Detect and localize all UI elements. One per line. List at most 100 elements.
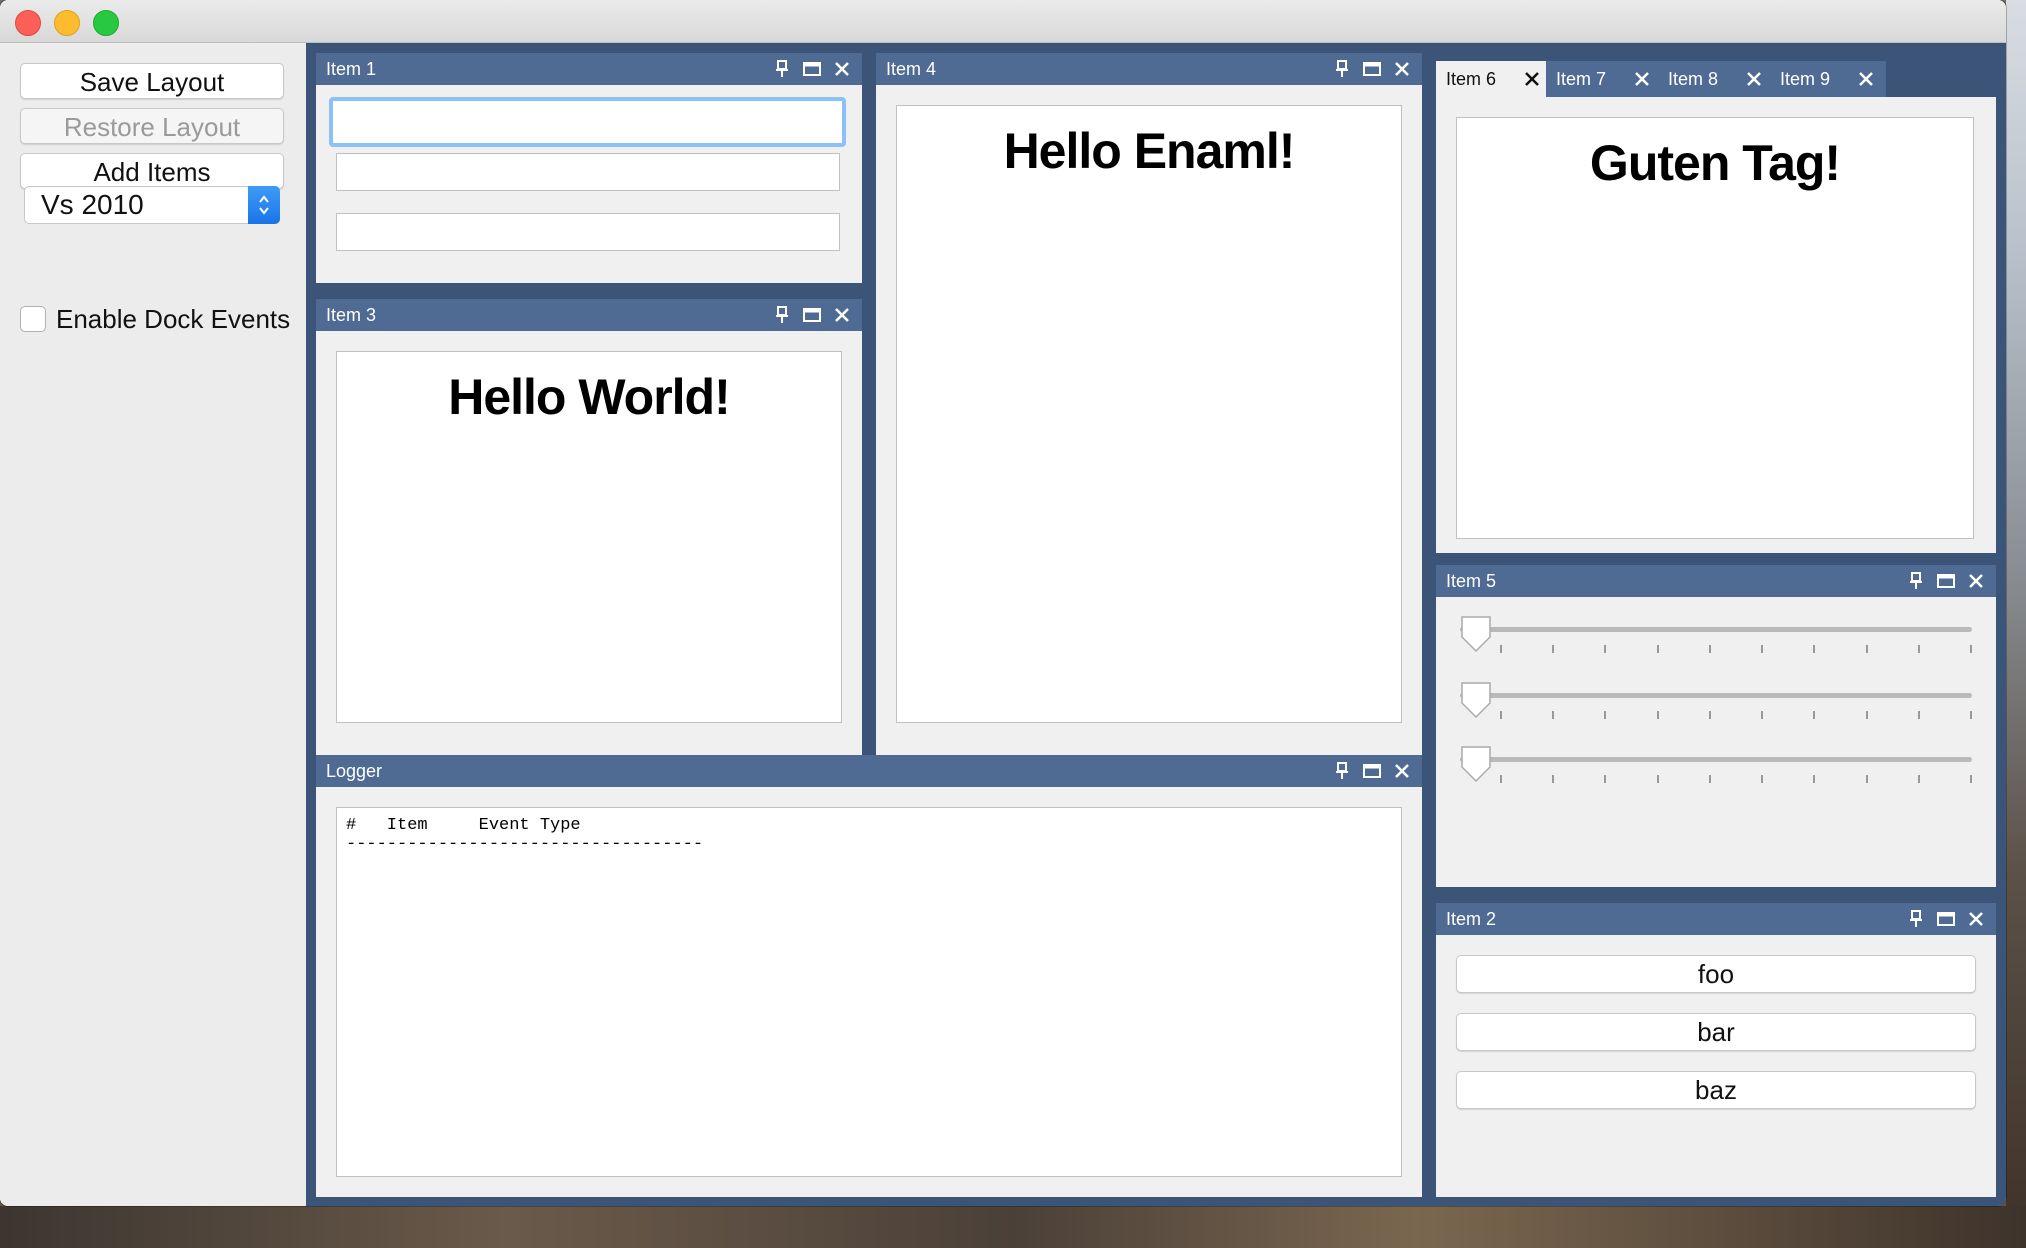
close-window-button[interactable] xyxy=(15,10,41,36)
dock-item-3-body: Hello World! xyxy=(316,331,862,783)
slider-track xyxy=(1460,627,1972,632)
dock-logger: Logger # Item Event Type ----------------… xyxy=(316,755,1422,1197)
dock-style-value: Vs 2010 xyxy=(41,189,144,220)
dock-logger-titlebar[interactable]: Logger xyxy=(316,755,1422,787)
dock-item-6-body: Guten Tag! xyxy=(1436,97,1996,553)
minimize-window-button[interactable] xyxy=(54,10,80,36)
dock-item-1-titlebar[interactable]: Item 1 xyxy=(316,53,862,85)
close-icon[interactable] xyxy=(832,305,852,325)
dock-item-title: Item 1 xyxy=(326,59,377,79)
pin-icon[interactable] xyxy=(772,59,792,79)
foo-button[interactable]: foo xyxy=(1456,955,1976,993)
tab-label: Item 9 xyxy=(1780,69,1831,89)
baz-button[interactable]: baz xyxy=(1456,1071,1976,1109)
close-icon[interactable] xyxy=(1858,61,1874,97)
logger-text-area[interactable]: # Item Event Type -----------------------… xyxy=(336,807,1402,1177)
text-field-1[interactable] xyxy=(329,97,846,147)
slider-ticks xyxy=(1500,711,1972,721)
chevron-updown-icon xyxy=(248,186,280,224)
maximize-icon[interactable] xyxy=(802,305,822,325)
dock-logger-body: # Item Event Type -----------------------… xyxy=(316,787,1422,1197)
logger-header: # Item Event Type xyxy=(346,816,581,835)
close-icon[interactable] xyxy=(1392,59,1412,79)
pin-icon[interactable] xyxy=(1906,909,1926,929)
slider-track xyxy=(1460,693,1972,698)
pin-icon[interactable] xyxy=(1332,59,1352,79)
dock-events-checkbox[interactable] xyxy=(20,306,46,332)
dock-item-5-titlebar[interactable]: Item 5 xyxy=(1436,565,1996,597)
dock-item-1-body xyxy=(316,85,862,283)
pin-icon[interactable] xyxy=(1332,761,1352,781)
slider-thumb[interactable] xyxy=(1460,745,1492,783)
maximize-icon[interactable] xyxy=(1362,59,1382,79)
app-window: Save Layout Restore Layout Add Items Vs … xyxy=(0,0,2006,1206)
desktop-background-bottom xyxy=(0,1206,2026,1248)
slider-2[interactable] xyxy=(1460,681,1972,731)
dock-item-4-body: Hello Enaml! xyxy=(876,85,1422,783)
dock-item-title: Item 4 xyxy=(886,59,937,79)
tab-item-8[interactable]: Item 8 xyxy=(1658,61,1774,97)
slider-thumb[interactable] xyxy=(1460,615,1492,653)
slider-1[interactable] xyxy=(1460,615,1972,665)
desktop-background xyxy=(2006,0,2026,1248)
slider-thumb[interactable] xyxy=(1460,681,1492,719)
dock-area: Item 1 Item 3 Hello World! Item 4 Hello … xyxy=(306,43,2006,1206)
dock-events-row[interactable]: Enable Dock Events xyxy=(20,304,290,334)
sidebar: Save Layout Restore Layout Add Items Vs … xyxy=(0,43,306,1206)
slider-3[interactable] xyxy=(1460,745,1972,795)
dock-item-title: Logger xyxy=(326,761,383,781)
tab-item-6[interactable]: Item 6 xyxy=(1436,61,1552,97)
dock-item-2: Item 2 foo bar baz xyxy=(1436,903,1996,1197)
close-icon[interactable] xyxy=(1392,761,1412,781)
maximize-icon[interactable] xyxy=(802,59,822,79)
close-icon[interactable] xyxy=(1634,61,1650,97)
dock-style-select[interactable]: Vs 2010 xyxy=(24,186,280,224)
dock-item-5: Item 5 xyxy=(1436,565,1996,887)
dock-events-label: Enable Dock Events xyxy=(56,303,291,334)
dock-item-title: Item 3 xyxy=(326,305,377,325)
dock-item-2-body: foo bar baz xyxy=(1436,935,1996,1197)
dock-item-title: Item 2 xyxy=(1446,909,1497,929)
dock-tab-bar: Item 6 Item 7 Item 8 Item 9 xyxy=(1436,53,1996,97)
bar-button[interactable]: bar xyxy=(1456,1013,1976,1051)
dock-item-3: Item 3 Hello World! xyxy=(316,299,862,783)
text-field-3[interactable] xyxy=(336,213,840,251)
close-icon[interactable] xyxy=(832,59,852,79)
dock-item-1: Item 1 xyxy=(316,53,862,283)
tab-item-7[interactable]: Item 7 xyxy=(1546,61,1662,97)
tab-label: Item 6 xyxy=(1446,69,1497,89)
close-icon[interactable] xyxy=(1966,909,1986,929)
maximize-icon[interactable] xyxy=(1936,909,1956,929)
close-icon[interactable] xyxy=(1524,61,1540,97)
hello-world-label: Hello World! xyxy=(448,369,731,425)
guten-tag-label-box: Guten Tag! xyxy=(1456,117,1974,539)
save-layout-button[interactable]: Save Layout xyxy=(20,63,284,99)
text-field-2[interactable] xyxy=(336,153,840,191)
logger-rule: ----------------------------------- xyxy=(346,835,704,854)
close-icon[interactable] xyxy=(1966,571,1986,591)
add-items-button[interactable]: Add Items xyxy=(20,153,284,189)
maximize-window-button[interactable] xyxy=(93,10,119,36)
pin-icon[interactable] xyxy=(1906,571,1926,591)
pin-icon[interactable] xyxy=(772,305,792,325)
tab-label: Item 7 xyxy=(1556,69,1607,89)
dock-item-3-titlebar[interactable]: Item 3 xyxy=(316,299,862,331)
maximize-icon[interactable] xyxy=(1936,571,1956,591)
dock-item-5-body xyxy=(1436,597,1996,887)
window-titlebar xyxy=(0,0,2006,43)
dock-item-4-titlebar[interactable]: Item 4 xyxy=(876,53,1422,85)
guten-tag-label: Guten Tag! xyxy=(1589,135,1841,191)
slider-ticks xyxy=(1500,645,1972,655)
hello-enaml-label: Hello Enaml! xyxy=(1003,123,1296,179)
dock-item-2-titlebar[interactable]: Item 2 xyxy=(1436,903,1996,935)
dock-tab-group: Item 6 Item 7 Item 8 Item 9 Guten Tag! xyxy=(1436,53,1996,553)
maximize-icon[interactable] xyxy=(1362,761,1382,781)
dock-item-4: Item 4 Hello Enaml! xyxy=(876,53,1422,783)
restore-layout-button[interactable]: Restore Layout xyxy=(20,108,284,144)
tab-label: Item 8 xyxy=(1668,69,1719,89)
tab-item-9[interactable]: Item 9 xyxy=(1770,61,1886,97)
hello-enaml-label-box: Hello Enaml! xyxy=(896,105,1402,723)
dock-item-title: Item 5 xyxy=(1446,571,1497,591)
close-icon[interactable] xyxy=(1746,61,1762,97)
hello-world-label-box: Hello World! xyxy=(336,351,842,723)
